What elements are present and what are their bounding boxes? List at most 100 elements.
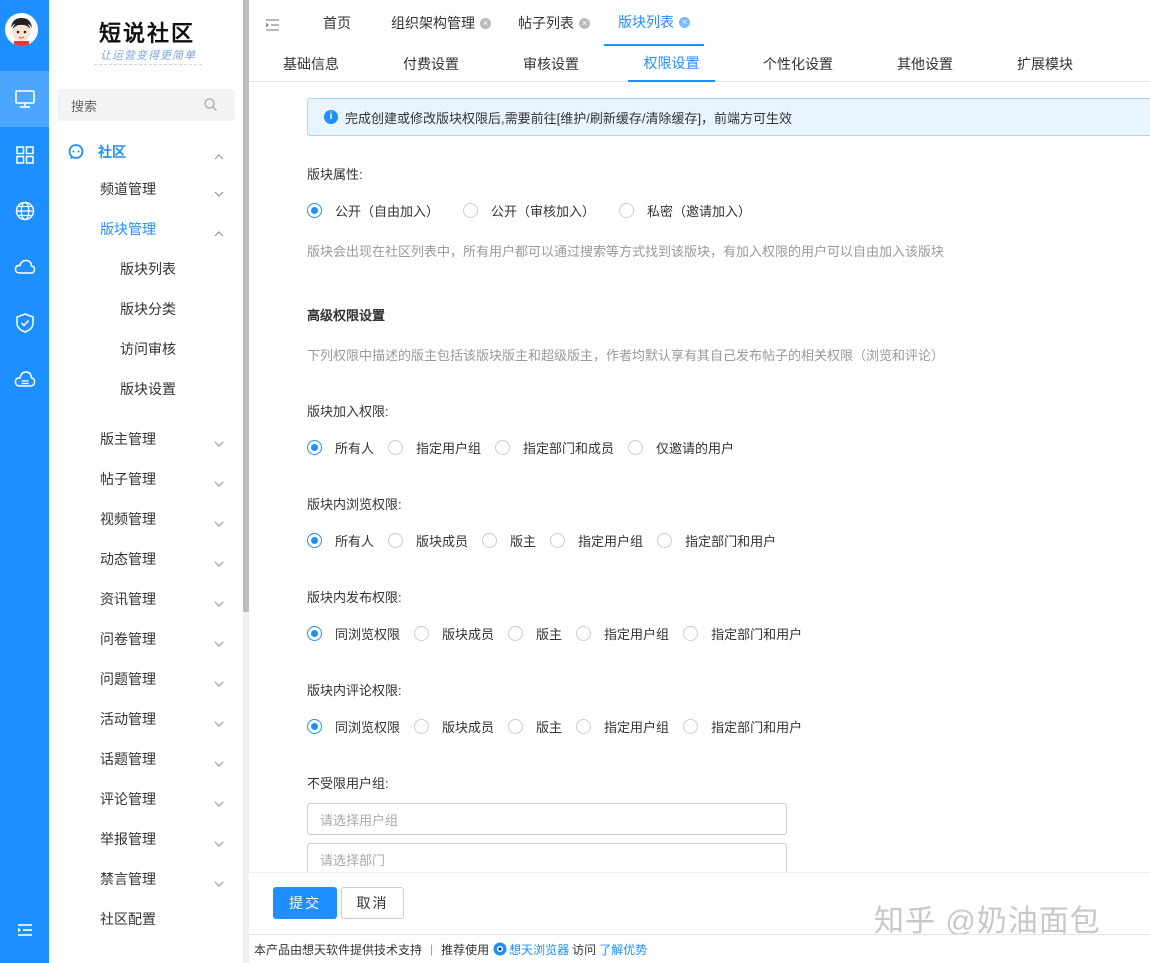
sidebar-item-events[interactable]: 活动管理 — [49, 699, 243, 739]
cloud-storage-icon[interactable] — [0, 359, 49, 399]
sidebar-subitem-board-list[interactable]: 版块列表 — [49, 249, 243, 289]
close-tab-icon[interactable]: × — [480, 17, 491, 29]
sidebar-subitem-board-settings[interactable]: 版块设置 — [49, 369, 243, 409]
radio-circle[interactable] — [414, 625, 430, 641]
search-input[interactable]: 搜索 — [57, 89, 235, 121]
radio-comment-moderator[interactable]: 版主 — [508, 717, 562, 736]
close-tab-icon[interactable]: × — [679, 16, 690, 28]
post-perm-label: 版块内发布权限: — [307, 590, 402, 605]
radio-label: 版主 — [536, 719, 563, 735]
subtab-basic-info[interactable]: 基础信息 — [283, 46, 339, 82]
sidebar-subitem-access-review[interactable]: 访问审核 — [49, 329, 243, 369]
radio-circle[interactable] — [683, 718, 699, 734]
sidebar-item-questions[interactable]: 问题管理 — [49, 659, 243, 699]
radio-join-invited[interactable]: 仅邀请的用户 — [628, 438, 734, 457]
radio-circle[interactable] — [508, 718, 524, 734]
sidebar-item-community-config[interactable]: 社区配置 — [49, 899, 243, 939]
radio-circle[interactable] — [657, 532, 673, 548]
sidebar-item-moderator[interactable]: 版主管理 — [49, 419, 243, 459]
radio-circle[interactable] — [495, 439, 511, 455]
radio-public-review[interactable]: 公开（审核加入） — [463, 201, 595, 220]
radio-post-usergroup[interactable]: 指定用户组 — [576, 624, 669, 643]
grid-icon[interactable] — [0, 135, 49, 175]
submit-button[interactable]: 提交 — [273, 887, 337, 919]
radio-browse-dept[interactable]: 指定部门和用户 — [657, 531, 776, 550]
radio-circle[interactable] — [307, 202, 322, 218]
radio-post-members[interactable]: 版块成员 — [414, 624, 494, 643]
radio-circle[interactable] — [414, 718, 430, 734]
cloud-icon[interactable] — [0, 247, 49, 287]
usergroup-select[interactable]: 请选择用户组 — [307, 803, 787, 835]
sidebar-section-community[interactable]: 社区 — [49, 132, 243, 172]
chevron-up-icon — [214, 224, 224, 240]
shield-check-icon[interactable] — [0, 303, 49, 343]
radio-browse-members[interactable]: 版块成员 — [388, 531, 468, 550]
radio-comment-members[interactable]: 版块成员 — [414, 717, 494, 736]
subtab-payment[interactable]: 付费设置 — [403, 46, 459, 82]
sidebar-item-board-mgmt[interactable]: 版块管理 — [49, 209, 243, 249]
radio-circle[interactable] — [482, 532, 498, 548]
subtab-extensions[interactable]: 扩展模块 — [1017, 46, 1073, 82]
radio-post-same[interactable]: 同浏览权限 — [307, 624, 400, 643]
tab-home[interactable]: 首页 — [323, 0, 351, 46]
radio-browse-usergroup[interactable]: 指定用户组 — [550, 531, 643, 550]
subtab-review[interactable]: 审核设置 — [523, 46, 579, 82]
radio-circle[interactable] — [307, 718, 322, 734]
radio-join-dept[interactable]: 指定部门和成员 — [495, 438, 614, 457]
radio-circle[interactable] — [683, 625, 699, 641]
radio-circle[interactable] — [619, 202, 635, 218]
radio-circle[interactable] — [550, 532, 566, 548]
radio-public-free[interactable]: 公开（自由加入） — [307, 201, 439, 220]
radio-circle[interactable] — [307, 625, 322, 641]
radio-browse-moderator[interactable]: 版主 — [482, 531, 536, 550]
radio-circle[interactable] — [576, 718, 592, 734]
learn-more-link[interactable]: 了解优势 — [599, 941, 647, 958]
radio-post-moderator[interactable]: 版主 — [508, 624, 562, 643]
radio-circle[interactable] — [307, 532, 322, 548]
chevron-down-icon — [214, 434, 224, 450]
radio-join-usergroup[interactable]: 指定用户组 — [388, 438, 481, 457]
subtab-other[interactable]: 其他设置 — [897, 46, 953, 82]
subtab-permissions[interactable]: 权限设置 — [628, 46, 715, 82]
sidebar-item-survey[interactable]: 问卷管理 — [49, 619, 243, 659]
sidebar-item-dynamics[interactable]: 动态管理 — [49, 539, 243, 579]
radio-circle[interactable] — [307, 439, 322, 455]
sidebar-item-topics[interactable]: 话题管理 — [49, 739, 243, 779]
tab-post-list[interactable]: 帖子列表 × — [518, 0, 590, 46]
dept-select[interactable]: 请选择部门 — [307, 843, 787, 872]
sidebar-item-channel[interactable]: 频道管理 — [49, 169, 243, 209]
sidebar-item-videos[interactable]: 视频管理 — [49, 499, 243, 539]
subtab-label: 权限设置 — [643, 55, 700, 71]
fold-sidebar-icon[interactable] — [266, 18, 279, 36]
radio-circle[interactable] — [508, 625, 524, 641]
user-avatar[interactable] — [5, 13, 38, 46]
collapse-menu-icon[interactable] — [0, 910, 49, 950]
subtab-personalization[interactable]: 个性化设置 — [763, 46, 833, 82]
tab-org-structure[interactable]: 组织架构管理 × — [391, 0, 491, 46]
sidebar-item-posts[interactable]: 帖子管理 — [49, 459, 243, 499]
sidebar-item-mutes[interactable]: 禁言管理 — [49, 859, 243, 899]
globe-icon[interactable] — [0, 191, 49, 231]
radio-post-dept[interactable]: 指定部门和用户 — [683, 624, 802, 643]
close-tab-icon[interactable]: × — [579, 17, 590, 29]
radio-join-everyone[interactable]: 所有人 — [307, 438, 374, 457]
radio-browse-everyone[interactable]: 所有人 — [307, 531, 374, 550]
radio-comment-dept[interactable]: 指定部门和用户 — [683, 717, 802, 736]
sidebar-subitem-board-category[interactable]: 版块分类 — [49, 289, 243, 329]
radio-circle[interactable] — [463, 202, 479, 218]
radio-comment-same[interactable]: 同浏览权限 — [307, 717, 400, 736]
sidebar-item-reports[interactable]: 举报管理 — [49, 819, 243, 859]
tab-board-list[interactable]: 版块列表 × — [604, 0, 704, 46]
sidebar-item-news[interactable]: 资讯管理 — [49, 579, 243, 619]
radio-circle[interactable] — [628, 439, 644, 455]
radio-comment-usergroup[interactable]: 指定用户组 — [576, 717, 669, 736]
browser-link[interactable]: 想天浏览器 — [509, 941, 569, 958]
radio-private-invite[interactable]: 私密（邀请加入） — [619, 201, 751, 220]
sidebar-item-comments[interactable]: 评论管理 — [49, 779, 243, 819]
cancel-button[interactable]: 取消 — [341, 887, 404, 919]
search-icon[interactable] — [204, 98, 217, 114]
radio-circle[interactable] — [388, 439, 404, 455]
radio-circle[interactable] — [576, 625, 592, 641]
radio-circle[interactable] — [388, 532, 404, 548]
monitor-icon[interactable] — [0, 71, 49, 127]
